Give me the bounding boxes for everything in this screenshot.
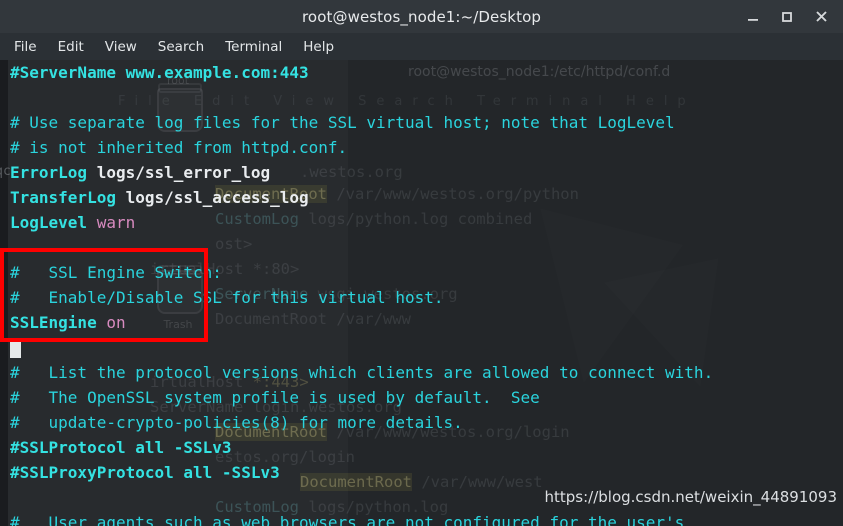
terminal-body[interactable]: root Trash root@westos_node1:/etc/httpd/… [0, 60, 843, 526]
terminal-line: # The OpenSSL system profile is used by … [10, 385, 540, 410]
line-text: #ServerName www.example.com:443 [10, 63, 309, 82]
line-directive: TransferLog [10, 188, 116, 207]
line-text: # update-crypto-policies(8) for more det… [10, 413, 463, 432]
window-title: root@westos_node1:~/Desktop [302, 7, 541, 26]
terminal-line: TransferLog logs/ssl_access_log [10, 185, 309, 210]
menu-item-file[interactable]: File [14, 39, 48, 55]
terminal-line: # List the protocol versions which clien… [10, 360, 713, 385]
line-text: # Use separate log files for the SSL vir… [10, 113, 675, 132]
line-value: logs/ssl_access_log [115, 188, 309, 207]
line-text: #SSLProtocol all -SSLv3 [10, 438, 232, 457]
line-directive: ErrorLog [10, 163, 88, 182]
line-text: # List the protocol versions which clien… [10, 363, 714, 382]
line-text: #SSLProxyProtocol all -SSLv3 [10, 463, 280, 482]
window-controls [743, 0, 837, 33]
terminal-line: # Use separate log files for the SSL vir… [10, 110, 675, 135]
terminal-line: ErrorLog logs/ssl_error_log [10, 160, 270, 185]
line-value: logs/ssl_error_log [87, 163, 271, 182]
menu-item-terminal[interactable]: Terminal [225, 39, 293, 55]
terminal-line: # is not inherited from httpd.conf. [10, 135, 347, 160]
terminal-line: #SSLProxyProtocol all -SSLv3 [10, 460, 280, 485]
menu-item-edit[interactable]: Edit [58, 39, 95, 55]
line-value: warn [87, 213, 136, 232]
minimize-button[interactable] [743, 7, 763, 27]
line-directive: LogLevel [10, 213, 88, 232]
maximize-button[interactable] [777, 7, 797, 27]
line-text: # is not inherited from httpd.conf. [10, 138, 348, 157]
menu-item-help[interactable]: Help [303, 39, 345, 55]
menubar: File Edit View Search Terminal Help [0, 33, 843, 60]
annotation-rectangle [0, 248, 208, 342]
line-text: # User agents such as web browsers are n… [10, 513, 685, 526]
menu-item-view[interactable]: View [105, 39, 148, 55]
menu-item-search[interactable]: Search [158, 39, 215, 55]
terminal-window: root@westos_node1:~/Desktop File Edit Vi… [0, 0, 843, 526]
terminal-line: #ServerName www.example.com:443 [10, 60, 309, 85]
terminal-line: # User agents such as web browsers are n… [10, 510, 684, 526]
watermark-url: https://blog.csdn.net/weixin_44891093 [544, 488, 837, 506]
terminal-line: # update-crypto-policies(8) for more det… [10, 410, 463, 435]
terminal-line: LogLevel warn [10, 210, 135, 235]
line-text: # The OpenSSL system profile is used by … [10, 388, 540, 407]
close-button[interactable] [811, 7, 831, 27]
terminal-line: #SSLProtocol all -SSLv3 [10, 435, 232, 460]
window-titlebar[interactable]: root@westos_node1:~/Desktop [0, 0, 843, 33]
